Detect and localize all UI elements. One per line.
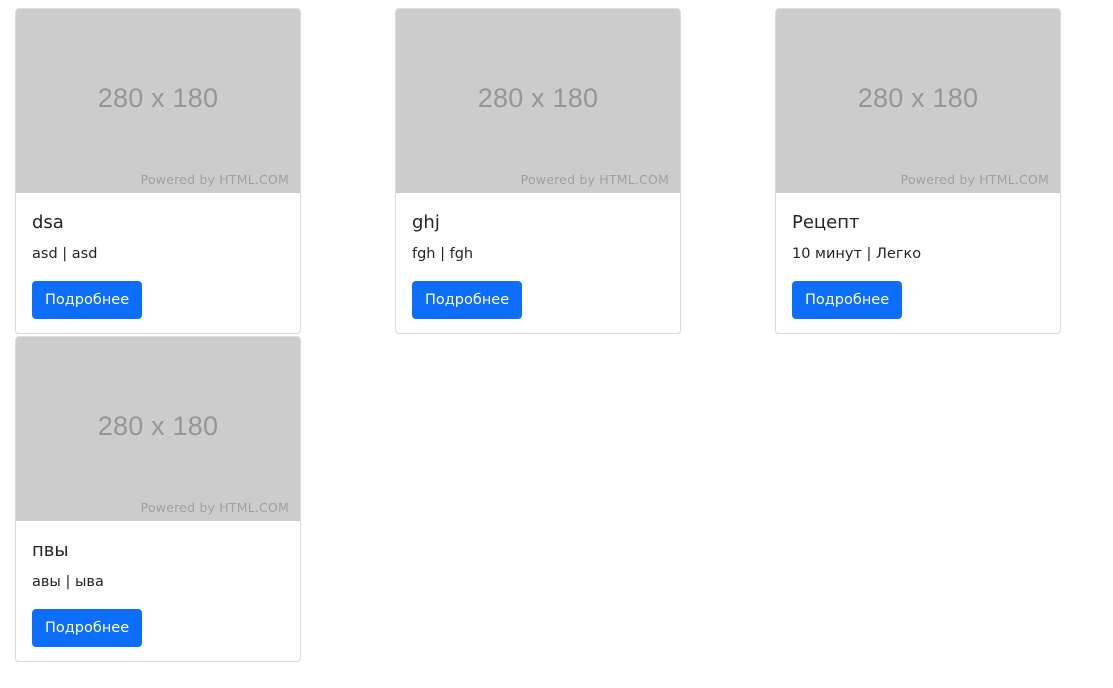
details-button[interactable]: Подробнее xyxy=(792,281,903,319)
placeholder-dimensions: 280 x 180 xyxy=(477,83,599,113)
card-image-placeholder: 280 x 180 Powered by HTML.COM xyxy=(776,9,1060,193)
recipe-card: 280 x 180 Powered by HTML.COM Рецепт 10 … xyxy=(775,8,1061,334)
placeholder-dimensions: 280 x 180 xyxy=(857,83,979,113)
recipe-card: 280 x 180 Powered by HTML.COM ghj fgh | … xyxy=(395,8,681,334)
card-title: dsa xyxy=(32,212,64,233)
placeholder-powered-by: Powered by HTML.COM xyxy=(900,171,1049,187)
card-image-placeholder: 280 x 180 Powered by HTML.COM xyxy=(16,337,300,521)
card-body: ghj fgh | fgh Подробнее xyxy=(396,193,680,333)
card-body: Рецепт 10 минут | Легко Подробнее xyxy=(776,193,1060,333)
card-title: пвы xyxy=(32,540,69,561)
card-meta: asd | asd xyxy=(32,246,98,262)
card-image-placeholder: 280 x 180 Powered by HTML.COM xyxy=(16,9,300,193)
placeholder-dimensions: 280 x 180 xyxy=(97,83,219,113)
card-meta: авы | ыва xyxy=(32,574,104,590)
placeholder-powered-by: Powered by HTML.COM xyxy=(140,499,289,515)
details-button[interactable]: Подробнее xyxy=(412,281,523,319)
card-body: dsa asd | asd Подробнее xyxy=(16,193,300,333)
placeholder-dimensions: 280 x 180 xyxy=(97,411,219,441)
card-title: ghj xyxy=(412,212,440,233)
placeholder-powered-by: Powered by HTML.COM xyxy=(520,171,669,187)
card-title: Рецепт xyxy=(792,212,860,233)
recipe-card: 280 x 180 Powered by HTML.COM dsa asd | … xyxy=(15,8,301,334)
card-meta: 10 минут | Легко xyxy=(792,246,922,262)
card-meta: fgh | fgh xyxy=(412,246,474,262)
placeholder-powered-by: Powered by HTML.COM xyxy=(140,171,289,187)
recipe-card: 280 x 180 Powered by HTML.COM пвы авы | … xyxy=(15,336,301,662)
card-image-placeholder: 280 x 180 Powered by HTML.COM xyxy=(396,9,680,193)
card-body: пвы авы | ыва Подробнее xyxy=(16,521,300,661)
details-button[interactable]: Подробнее xyxy=(32,281,143,319)
details-button[interactable]: Подробнее xyxy=(32,609,143,647)
